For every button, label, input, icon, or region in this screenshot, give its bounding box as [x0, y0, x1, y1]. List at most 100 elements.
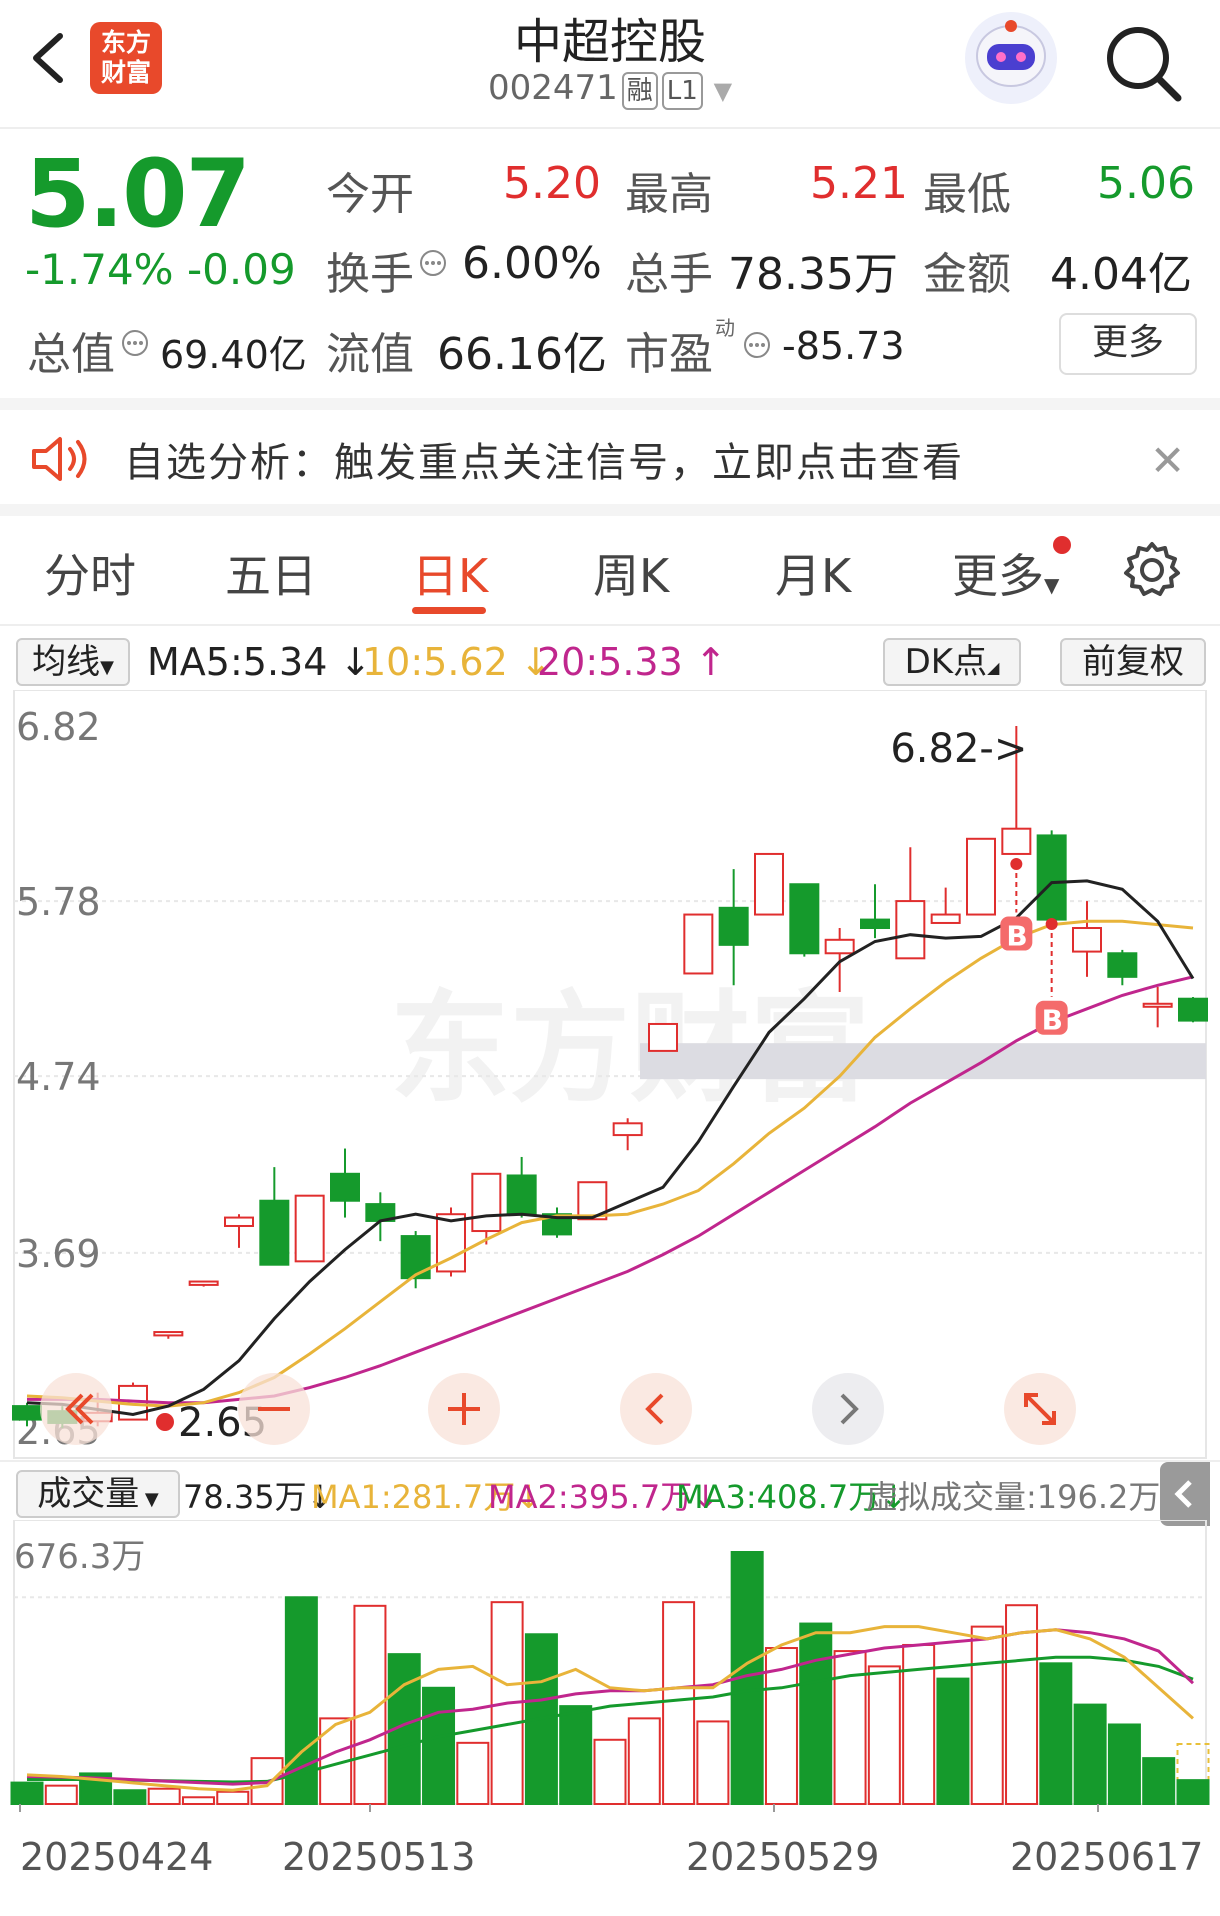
volume-bar [867, 1665, 901, 1805]
volume-bar [44, 1784, 78, 1805]
mktcap-value: 69.40亿 [160, 333, 307, 377]
dk-point-button[interactable]: DK点◢ [883, 638, 1021, 686]
divider [0, 624, 1220, 626]
volume-chart[interactable]: 676.3万 20250424 20250513 20250529 20250617 [0, 1520, 1220, 1916]
volume-bar [422, 1686, 456, 1805]
ma5-line [26, 879, 1195, 1417]
turnover-info-icon[interactable] [418, 248, 448, 282]
candle-body [895, 900, 926, 960]
tab-five-day[interactable]: 五日 [225, 540, 317, 606]
stock-code: 002471 [487, 68, 618, 108]
float-label: 流值 [326, 329, 414, 380]
close-icon[interactable]: ✕ [1150, 436, 1185, 485]
candle-body [824, 938, 855, 955]
scroll-right-button[interactable] [812, 1373, 884, 1445]
high-value: 5.21 [810, 158, 908, 209]
pe-label: 市盈 [625, 329, 713, 380]
max-price-label: 6.82-> [890, 726, 1027, 772]
candle-body [1178, 997, 1208, 1022]
x-axis-label: 20250617 [1010, 1835, 1203, 1879]
open-value: 5.20 [503, 158, 601, 209]
candle-body [1072, 927, 1102, 953]
volume-bar [970, 1625, 1004, 1806]
volume-bar [627, 1717, 661, 1805]
candle-body [471, 1172, 502, 1233]
tab-daily-k[interactable]: 日K [412, 540, 488, 606]
candle-body [754, 852, 784, 916]
candle-body [966, 837, 996, 916]
high-label: 最高 [625, 169, 713, 220]
volume-bar [1176, 1779, 1210, 1805]
tab-more[interactable]: 更多▼ [952, 540, 1059, 606]
chart-left-fast-button[interactable] [40, 1373, 112, 1445]
y-tick-label: 3.69 [16, 1232, 101, 1276]
candle-body [1036, 834, 1067, 921]
low-label: 最低 [923, 169, 1011, 220]
buy-signal-dot [1010, 858, 1023, 871]
pe-value: -85.73 [782, 324, 905, 368]
candle-body [1142, 1002, 1173, 1008]
search-icon[interactable] [1098, 18, 1188, 108]
volume-bar [181, 1796, 215, 1806]
stock-name: 中超控股 [513, 14, 706, 70]
tab-weekly-k[interactable]: 周K [593, 540, 669, 606]
float-value: 66.16亿 [437, 329, 607, 380]
volume-bar [113, 1789, 147, 1805]
volume-bar [1142, 1757, 1176, 1806]
volume-label: 总手 [625, 249, 713, 300]
stock-code-row[interactable]: 002471 融 L1 ▼ [420, 68, 800, 110]
min-price-marker [156, 1413, 174, 1431]
volume-selector[interactable]: 成交量 ▼ [16, 1470, 180, 1518]
more-quote-button[interactable]: 更多 [1059, 313, 1197, 375]
current-price: 5.07 [25, 140, 251, 249]
adjust-button[interactable]: 前复权 [1060, 638, 1206, 686]
collapse-panel-button[interactable] [1160, 1462, 1210, 1526]
y-tick-label: 4.74 [16, 1055, 101, 1099]
volume-bar [799, 1622, 833, 1805]
candle-body [1001, 827, 1032, 855]
buy-signal-label: B [1042, 1004, 1063, 1037]
ma10-label: 10:5.62 ↓ [362, 640, 552, 684]
scroll-left-button[interactable] [620, 1373, 692, 1445]
resistance-zone [640, 1043, 1206, 1080]
candle-body [1107, 952, 1138, 978]
signal-notice-text[interactable]: 自选分析：触发重点关注信号，立即点击查看 [124, 430, 964, 488]
amount-value: 4.04亿 [1050, 249, 1192, 300]
change-amount: -0.09 [187, 245, 296, 294]
app-logo: 东方 财富 [90, 22, 162, 94]
zoom-out-button[interactable] [238, 1373, 310, 1445]
dropdown-icon: ▼ [713, 77, 733, 105]
assistant-robot-icon[interactable] [965, 12, 1057, 104]
zoom-in-button[interactable] [428, 1373, 500, 1445]
candle-body [12, 1405, 42, 1421]
fullscreen-button[interactable] [1004, 1373, 1076, 1445]
pe-info-icon[interactable] [742, 330, 772, 364]
volume-bar [696, 1720, 730, 1805]
amount-label: 金额 [923, 249, 1011, 300]
candle-body [188, 1280, 219, 1286]
divider [0, 504, 1220, 516]
candle-body [259, 1199, 290, 1266]
candle-body [330, 1172, 360, 1202]
mktcap-label: 总值 [27, 329, 115, 380]
new-dot-badge [1053, 536, 1071, 554]
pe-dynamic-sup: 动 [715, 316, 735, 340]
turnover-label: 换手 [326, 249, 414, 300]
tab-intraday[interactable]: 分时 [44, 540, 136, 606]
tab-monthly-k[interactable]: 月K [775, 540, 851, 606]
ma-selector[interactable]: 均线▼ [16, 638, 130, 686]
x-axis-label: 20250529 [686, 1835, 879, 1879]
ma5-label: MA5:5.34 ↓ [147, 640, 372, 684]
candle-body [718, 906, 749, 946]
divider [0, 398, 1220, 410]
volume-bar [936, 1677, 970, 1805]
candle-body [506, 1174, 537, 1216]
kline-chart[interactable]: 东方财富6.825.784.743.692.656.82->2.65BB [0, 690, 1220, 1460]
candle-body [224, 1216, 254, 1227]
gear-icon[interactable] [1120, 538, 1184, 606]
active-tab-indicator [412, 607, 486, 614]
low-value: 5.06 [1097, 158, 1195, 209]
mktcap-info-icon[interactable] [120, 328, 150, 362]
back-icon[interactable] [18, 28, 78, 88]
candle-body [648, 1022, 678, 1052]
